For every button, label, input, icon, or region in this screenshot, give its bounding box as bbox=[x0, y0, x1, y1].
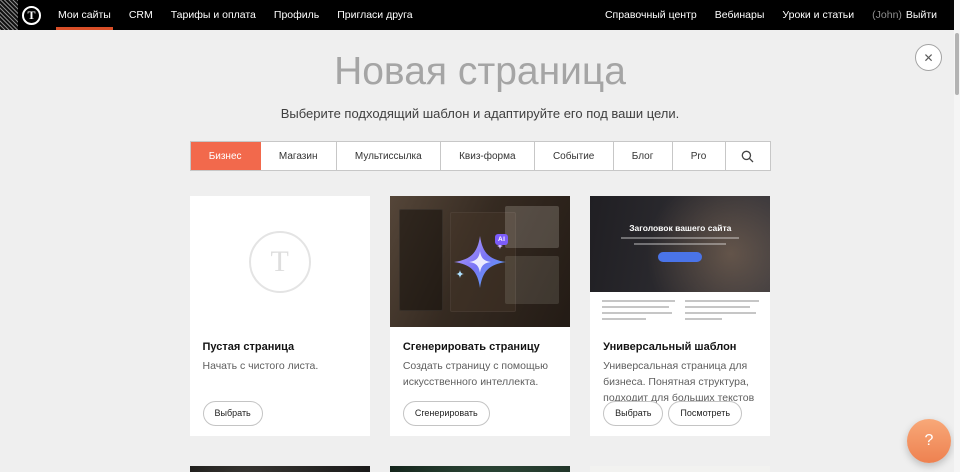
card-title: Сгенерировать страницу bbox=[403, 341, 557, 353]
nav-crm[interactable]: CRM bbox=[120, 0, 162, 30]
preview-hero: Заголовок вашего сайта bbox=[590, 196, 770, 292]
secondary-nav: Справочный центр Вебинары Уроки и статьи… bbox=[596, 0, 946, 30]
nav-tariffs-payment[interactable]: Тарифы и оплата bbox=[162, 0, 265, 30]
page-subtitle: Выберите подходящий шаблон и адаптируйте… bbox=[0, 106, 960, 121]
preview-panel bbox=[505, 256, 559, 304]
nav-my-sites[interactable]: Мои сайты bbox=[49, 0, 120, 30]
tab-pro[interactable]: Pro bbox=[673, 142, 726, 170]
nav-profile[interactable]: Профиль bbox=[265, 0, 328, 30]
nav-lessons-articles[interactable]: Уроки и статьи bbox=[773, 0, 863, 30]
card-description: Начать с чистого листа. bbox=[203, 359, 357, 375]
tilda-logo-letter: T bbox=[27, 8, 35, 23]
logout-link[interactable]: Выйти bbox=[902, 0, 946, 30]
scrollbar[interactable] bbox=[954, 0, 960, 472]
template-card-ai: AI Сгенерировать страницу Создать страни… bbox=[390, 196, 570, 436]
new-page-modal: ✕ Новая страница Выберите подходящий шаб… bbox=[0, 30, 960, 472]
corner-texture bbox=[0, 0, 18, 30]
view-universal-button[interactable]: Посмотреть bbox=[668, 401, 742, 426]
close-icon: ✕ bbox=[923, 51, 933, 65]
tab-shop[interactable]: Магазин bbox=[261, 142, 337, 170]
template-category-tabs: Бизнес Магазин Мультиссылка Квиз-форма С… bbox=[190, 141, 771, 171]
template-card-partial-2[interactable] bbox=[390, 466, 570, 472]
preview-cta-button bbox=[658, 252, 702, 262]
card-title: Пустая страница bbox=[203, 341, 357, 353]
preview-text-line bbox=[621, 237, 739, 239]
scrollbar-thumb[interactable] bbox=[955, 33, 959, 95]
generate-button[interactable]: Сгенерировать bbox=[403, 401, 490, 426]
nav-help-center[interactable]: Справочный центр bbox=[596, 0, 706, 30]
template-card-partial-3[interactable] bbox=[590, 466, 770, 472]
ai-badge: AI bbox=[495, 234, 509, 245]
page-title: Новая страница bbox=[0, 30, 960, 94]
blank-preview: T bbox=[190, 196, 370, 327]
help-button[interactable]: ? bbox=[907, 419, 951, 463]
preview-body bbox=[590, 292, 770, 327]
tilda-watermark-icon: T bbox=[249, 231, 311, 293]
template-card-partial-1[interactable] bbox=[190, 466, 370, 472]
search-icon bbox=[741, 150, 754, 163]
nav-webinars[interactable]: Вебинары bbox=[706, 0, 774, 30]
ai-preview: AI bbox=[390, 196, 570, 327]
card-title: Универсальный шаблон bbox=[603, 341, 757, 353]
help-icon: ? bbox=[925, 432, 934, 450]
template-grid: T Пустая страница Начать с чистого листа… bbox=[190, 196, 771, 472]
tab-search[interactable] bbox=[726, 142, 770, 170]
tilda-logo-icon[interactable]: T bbox=[22, 6, 41, 25]
tab-multilink[interactable]: Мультиссылка bbox=[337, 142, 441, 170]
primary-nav: Мои сайты CRM Тарифы и оплата Профиль Пр… bbox=[49, 0, 422, 30]
tab-blog[interactable]: Блог bbox=[614, 142, 673, 170]
preview-heading: Заголовок вашего сайта bbox=[590, 196, 770, 233]
template-card-universal: Заголовок вашего сайта Универсальный шаб… bbox=[590, 196, 770, 436]
select-blank-button[interactable]: Выбрать bbox=[203, 401, 263, 426]
close-button[interactable]: ✕ bbox=[915, 44, 942, 71]
template-card-blank: T Пустая страница Начать с чистого листа… bbox=[190, 196, 370, 436]
universal-preview: Заголовок вашего сайта bbox=[590, 196, 770, 327]
tab-business[interactable]: Бизнес bbox=[191, 142, 261, 170]
select-universal-button[interactable]: Выбрать bbox=[603, 401, 663, 426]
tab-quiz-form[interactable]: Квиз-форма bbox=[441, 142, 535, 170]
preview-panel bbox=[399, 209, 443, 311]
tab-event[interactable]: Событие bbox=[535, 142, 614, 170]
topbar: T Мои сайты CRM Тарифы и оплата Профиль … bbox=[0, 0, 960, 30]
card-description: Создать страницу с помощью искусственног… bbox=[403, 359, 557, 391]
preview-panel bbox=[505, 206, 559, 248]
preview-text-line bbox=[634, 243, 726, 245]
nav-invite-friend[interactable]: Пригласи друга bbox=[328, 0, 421, 30]
user-name: (John) bbox=[863, 9, 902, 21]
watermark-letter: T bbox=[270, 245, 288, 279]
